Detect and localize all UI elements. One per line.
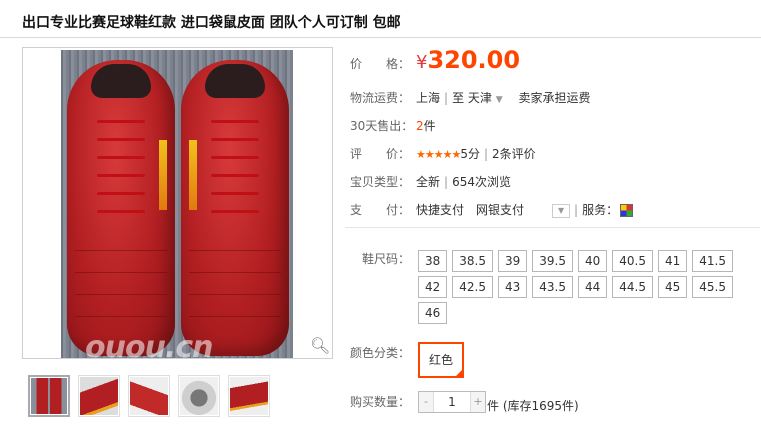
sold-count: 2 (416, 119, 424, 133)
selected-check-icon (454, 368, 464, 378)
service-guarantee-icon[interactable] (620, 204, 634, 217)
size-option[interactable]: 42 (418, 276, 448, 298)
size-options: 38 38.5 39 39.5 40 40.5 41 41.5 42 42.5 43 43.5 44 44… (418, 250, 740, 324)
decrease-button[interactable]: - (419, 392, 433, 412)
color-label: 颜色分类： (350, 346, 411, 360)
quantity-label: 购买数量： (350, 395, 411, 409)
size-option[interactable]: 39 (498, 250, 528, 272)
ship-to-select[interactable]: 天津 ▼ (468, 91, 503, 105)
color-option-label: 红色 (428, 353, 453, 367)
size-option[interactable]: 41.5 (692, 250, 733, 272)
color-option-selected[interactable]: 红色 (418, 342, 464, 378)
thumbnail-2[interactable] (78, 375, 120, 417)
size-option[interactable]: 41 (658, 250, 688, 272)
service-label: 服务： (582, 203, 619, 217)
size-option[interactable]: 42.5 (452, 276, 493, 298)
size-option[interactable]: 39.5 (532, 250, 573, 272)
shoe-photo (61, 50, 293, 358)
size-option[interactable]: 44 (578, 276, 608, 298)
review-count-link[interactable]: 2条评价 (492, 147, 536, 161)
price-row: 价 格： ¥320.00 (350, 46, 520, 74)
product-title: 出口专业比赛足球鞋红款 进口袋鼠皮面 团队个人可订制 包邮 (22, 15, 401, 31)
rating-label: 评 价： (350, 147, 411, 161)
size-option[interactable]: 40.5 (612, 250, 653, 272)
ship-from: 上海 (416, 91, 441, 105)
price-label: 价 格： (350, 57, 411, 71)
increase-button[interactable]: + (471, 392, 485, 412)
size-option[interactable]: 38 (418, 250, 448, 272)
title-divider (0, 37, 761, 38)
rating-row: 评 价： ★★★★★5分 | 2条评价 (350, 147, 536, 161)
star-rating-icon: ★★★★★ (416, 148, 461, 161)
ship-to-word: 至 (452, 91, 465, 105)
item-condition: 全新 (416, 175, 441, 189)
right-shoe (181, 60, 289, 356)
payment-row: 支 付： 快捷支付 网银支付 ▼ | 服务： (350, 201, 634, 218)
size-option[interactable]: 38.5 (452, 250, 493, 272)
quantity-stepper: - 1 + (418, 391, 486, 413)
stock-info: 件 (库存1695件) (487, 399, 579, 413)
rating-score: 5分 (460, 147, 480, 161)
size-option[interactable]: 43 (498, 276, 528, 298)
thumbnail-5[interactable] (228, 375, 270, 417)
thumbnail-1[interactable] (28, 375, 70, 417)
size-option[interactable]: 44.5 (612, 276, 653, 298)
thumbnail-4[interactable] (178, 375, 220, 417)
sold-unit: 件 (423, 119, 436, 133)
size-option[interactable]: 45.5 (692, 276, 733, 298)
quantity-input[interactable]: 1 (433, 392, 471, 412)
thumbnail-strip (28, 375, 270, 417)
sold-label: 30天售出： (350, 119, 414, 133)
seller-pays-shipping: 卖家承担运费 (518, 91, 591, 105)
shipping-label: 物流运费： (350, 91, 411, 105)
main-product-image[interactable]: ouou.cn 🔍︎ (22, 47, 333, 359)
watermark: ouou.cn (85, 330, 213, 359)
shipping-row: 物流运费： 上海 | 至 天津 ▼ 卖家承担运费 (350, 91, 591, 105)
payment-label: 支 付： (350, 203, 411, 217)
chevron-down-icon: ▼ (495, 95, 503, 105)
currency-symbol: ¥ (416, 52, 428, 73)
size-option[interactable]: 45 (658, 276, 688, 298)
payment-methods: 快捷支付 网银支付 (416, 203, 525, 217)
sold-row: 30天售出： 2件 (350, 117, 436, 134)
payment-dropdown-icon[interactable]: ▼ (552, 203, 571, 218)
view-count: 654次浏览 (452, 175, 511, 189)
left-shoe (67, 60, 175, 356)
size-option[interactable]: 43.5 (532, 276, 573, 298)
size-option[interactable]: 40 (578, 250, 608, 272)
thumbnail-3[interactable] (128, 375, 170, 417)
price-value: 320.00 (427, 46, 521, 74)
item-type-row: 宝贝类型： 全新 | 654次浏览 (350, 175, 511, 189)
size-label: 鞋尺码： (362, 252, 411, 266)
zoom-icon[interactable]: 🔍︎ (310, 336, 330, 356)
item-type-label: 宝贝类型： (350, 175, 411, 189)
options-divider (345, 227, 760, 228)
size-option[interactable]: 46 (418, 302, 448, 324)
